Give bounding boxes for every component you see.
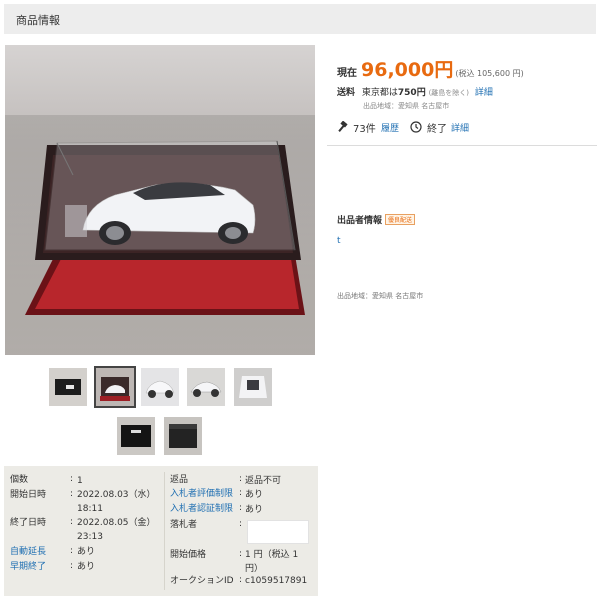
shipping-note: (離島を除く) bbox=[428, 89, 470, 97]
detail-label-quantity: 個数 bbox=[10, 475, 29, 485]
detail-label-early-end[interactable]: 早期終了 bbox=[10, 561, 46, 574]
detail-separator: : bbox=[70, 561, 74, 571]
thumbnail-box[interactable] bbox=[49, 368, 87, 406]
hammer-icon bbox=[337, 120, 349, 136]
detail-label-bidder-auth-limit[interactable]: 入札者認証制限 bbox=[170, 503, 233, 516]
main-product-image[interactable] bbox=[5, 45, 315, 355]
detail-label-end-time: 終了日時 bbox=[10, 518, 47, 528]
column-divider bbox=[164, 472, 165, 590]
detail-separator: : bbox=[239, 549, 243, 559]
seller-heading: 出品者情報 優良配送 bbox=[337, 213, 416, 226]
detail-value-bidder-auth-limit: あり bbox=[245, 505, 264, 515]
detail-value-auction-id: c1059517891 bbox=[245, 576, 308, 586]
detail-value-early-end: あり bbox=[77, 562, 96, 572]
current-price: 現在 96,000円 (税込 105,600 円) bbox=[337, 55, 524, 82]
seller-heading-text: 出品者情報 bbox=[337, 216, 383, 226]
thumbnail-box-dark[interactable] bbox=[164, 417, 202, 455]
price-tax: (税込 105,600 円) bbox=[455, 69, 524, 78]
thumbnail-car-top[interactable] bbox=[234, 368, 272, 406]
detail-label-start-price: 開始価格 bbox=[170, 550, 207, 560]
status-detail-link[interactable]: 詳細 bbox=[451, 121, 469, 134]
thumbnail-car-side[interactable] bbox=[187, 368, 225, 406]
price-value: 96,000円 bbox=[361, 59, 454, 81]
detail-value-bidder-rating-limit: あり bbox=[245, 490, 264, 500]
detail-label-winner: 落札者 bbox=[170, 520, 198, 530]
detail-separator: : bbox=[70, 546, 74, 556]
detail-label-start-time: 開始日時 bbox=[10, 490, 47, 500]
seller-badge: 優良配送 bbox=[385, 214, 416, 225]
detail-separator: : bbox=[239, 575, 243, 585]
detail-separator: : bbox=[70, 474, 74, 484]
thumbnail-box-lid[interactable] bbox=[117, 417, 155, 455]
detail-label-bidder-rating-limit[interactable]: 入札者評価制限 bbox=[170, 488, 233, 501]
price-label: 現在 bbox=[337, 68, 357, 79]
detail-separator: : bbox=[70, 517, 74, 527]
detail-label-auto-extend[interactable]: 自動延長 bbox=[10, 546, 46, 559]
auction-details-table: 個数 : 1 開始日時 : 2022.08.03（水）18:11 終了日時 : … bbox=[4, 466, 318, 596]
detail-value-start-time: 2022.08.03（水）18:11 bbox=[77, 490, 156, 514]
clock-icon bbox=[410, 121, 422, 136]
auction-status: 終了 bbox=[427, 124, 447, 135]
detail-value-end-time: 2022.08.05（金）23:13 bbox=[77, 518, 156, 542]
bid-count: 73件 bbox=[353, 124, 376, 135]
detail-separator: : bbox=[239, 519, 243, 529]
shipping-amount: 750円 bbox=[397, 88, 426, 98]
product-photo-illustration bbox=[5, 45, 315, 355]
detail-label-returns: 返品 bbox=[170, 475, 189, 485]
bid-history-link[interactable]: 履歴 bbox=[381, 121, 399, 134]
winner-name-redacted bbox=[247, 520, 309, 544]
thumbnail-car-front[interactable] bbox=[141, 368, 179, 406]
section-title: 商品情報 bbox=[16, 14, 60, 27]
seller-name-link[interactable]: t bbox=[337, 236, 341, 246]
detail-value-start-price: 1 円（税込 1 円） bbox=[245, 550, 299, 574]
section-header: 商品情報 bbox=[4, 4, 596, 34]
detail-separator: : bbox=[239, 488, 243, 498]
shipping-info: 送料 東京都は750円 (離島を除く) 詳細 bbox=[337, 85, 493, 98]
shipping-origin: 出品地域：愛知県 名古屋市 bbox=[363, 102, 450, 110]
detail-value-auto-extend: あり bbox=[77, 547, 96, 557]
shipping-detail-link[interactable]: 詳細 bbox=[475, 88, 493, 98]
divider-line bbox=[327, 145, 597, 146]
shipping-label: 送料 bbox=[337, 88, 356, 98]
detail-value-quantity: 1 bbox=[77, 476, 83, 486]
detail-separator: : bbox=[239, 503, 243, 513]
detail-value-returns: 返品不可 bbox=[245, 476, 282, 486]
shipping-prefix: 東京都は bbox=[361, 88, 398, 98]
detail-separator: : bbox=[70, 489, 74, 499]
detail-separator: : bbox=[239, 474, 243, 484]
seller-region: 出品地域：愛知県 名古屋市 bbox=[337, 292, 424, 300]
thumbnail-car-in-case[interactable] bbox=[94, 366, 136, 408]
detail-label-auction-id: オークションID bbox=[170, 576, 234, 586]
